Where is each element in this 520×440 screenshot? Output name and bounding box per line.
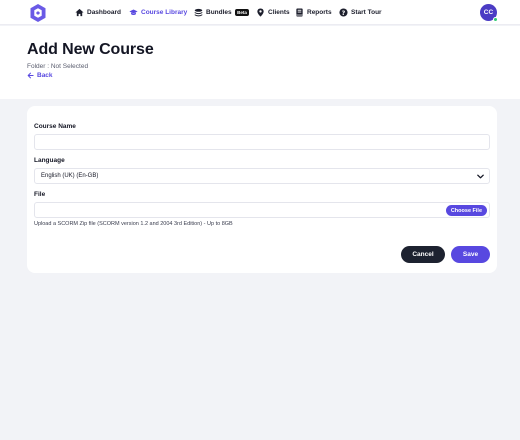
back-link-label: Back [37,72,53,79]
app-logo-icon[interactable] [29,3,47,23]
nav-item-reports[interactable]: Reports [295,7,332,18]
add-course-form: Course Name Language English (UK) (En-GB… [27,106,497,273]
nav-item-clients[interactable]: Clients [256,7,290,18]
graduation-cap-icon [129,9,138,16]
nav-item-course-library[interactable]: Course Library [129,7,187,18]
folder-status: Folder : Not Selected [27,63,89,70]
nav-item-start-tour[interactable]: ? Start Tour [339,7,382,18]
save-button[interactable]: Save [451,246,490,263]
report-book-icon [296,8,303,17]
language-selected-value: English (UK) (En-GB) [41,173,99,179]
home-icon [75,8,84,17]
nav-item-label: Reports [307,9,332,16]
layers-icon [194,8,203,17]
file-help-text: Upload a SCORM Zip file (SCORM version 1… [34,221,233,227]
nav-item-bundles[interactable]: Bundles Beta [194,7,250,18]
nav-item-label: Start Tour [351,9,382,16]
page-header: Add New Course Folder : Not Selected Bac… [0,26,520,99]
course-name-label: Course Name [34,123,76,130]
avatar-initials: CC [483,9,494,16]
question-circle-icon: ? [339,8,348,17]
language-label: Language [34,157,65,164]
language-select[interactable]: English (UK) (En-GB) [34,168,490,184]
beta-badge: Beta [234,9,250,16]
choose-file-button[interactable]: Choose File [445,205,487,216]
page-title: Add New Course [27,41,154,58]
nav-item-label: Course Library [141,9,188,16]
user-avatar[interactable]: CC [480,4,498,22]
nav-item-label: Dashboard [87,9,121,16]
arrow-left-icon [27,72,34,79]
map-pin-icon [257,8,264,17]
course-name-input[interactable] [34,134,490,150]
nav-item-dashboard[interactable]: Dashboard [75,7,121,18]
nav-item-label: Clients [268,9,290,16]
online-status-dot [493,17,498,22]
nav-item-label: Bundles [206,9,232,16]
chevron-down-icon [477,174,484,179]
top-navbar: Dashboard Course Library Bundles Beta Cl… [0,0,520,25]
file-label: File [34,191,46,198]
back-link[interactable]: Back [27,72,53,79]
file-upload-field[interactable]: Choose File [34,202,490,218]
cancel-button[interactable]: Cancel [401,246,445,263]
svg-text:?: ? [342,10,346,17]
